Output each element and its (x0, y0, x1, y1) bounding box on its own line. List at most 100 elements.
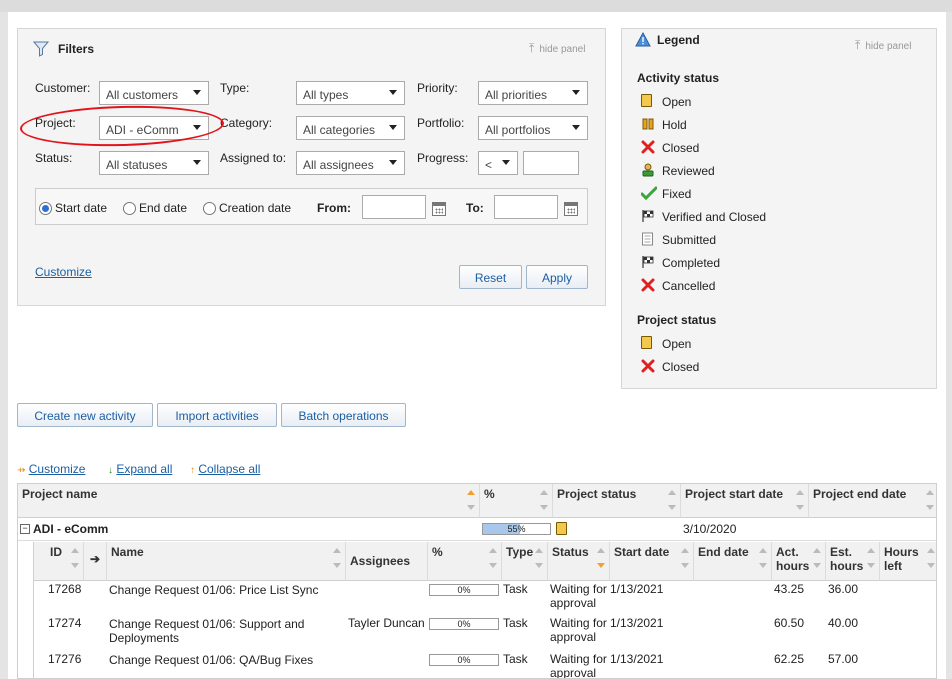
activity-name-link[interactable]: Change Request 01/06: QA/Bug Fixes (109, 653, 313, 667)
col-project-start[interactable]: Project start date (681, 484, 809, 518)
progress-operator-select[interactable]: < (478, 151, 518, 175)
to-date-input[interactable] (494, 195, 558, 219)
expand-all[interactable]: ↓ Expand all (108, 462, 172, 476)
activity-progress-bar: 0% (429, 584, 499, 596)
activity-act-hours: 60.50 (774, 616, 805, 630)
open-folder-icon (556, 522, 567, 535)
col-start-date[interactable]: Start date (610, 542, 694, 581)
chevron-down-icon (389, 125, 397, 130)
import-activities-button[interactable]: Import activities (157, 403, 277, 427)
col-start-date-label: Start date (614, 545, 670, 559)
project-name-link[interactable]: ADI - eComm (33, 522, 108, 536)
col-end-date[interactable]: End date (694, 542, 772, 581)
red-x-icon (641, 140, 655, 154)
priority-label: Priority: (417, 81, 458, 95)
activity-status-title: Activity status (637, 71, 720, 85)
col-est-hours[interactable]: Est. hours (826, 542, 880, 581)
batch-operations-button[interactable]: Batch operations (281, 403, 406, 427)
chevron-down-icon (389, 90, 397, 95)
browser-top-strip (0, 0, 952, 12)
sort-down-icon (540, 505, 548, 510)
activity-name-link[interactable]: Deployments (109, 631, 179, 645)
activity-id: 17274 (48, 616, 82, 630)
col-type-label: Type (506, 545, 534, 559)
sort-down-icon (681, 563, 689, 568)
sort-up-icon (668, 490, 676, 495)
sort-up-icon (759, 548, 767, 553)
customer-select[interactable]: All customers (99, 81, 209, 105)
open-folder-icon (641, 336, 655, 350)
activity-name-link[interactable]: Change Request 01/06: Price List Sync (109, 583, 318, 597)
create-activity-button[interactable]: Create new activity (17, 403, 153, 427)
legend-title: Legend (657, 33, 700, 47)
col-status[interactable]: Status (548, 542, 610, 581)
col-activity-percent[interactable]: % (428, 542, 502, 581)
arrow-up-icon: ↑ (190, 465, 195, 476)
category-select-value: All categories (303, 123, 376, 137)
col-project-status[interactable]: Project status (553, 484, 681, 518)
document-icon (641, 232, 655, 246)
calendar-icon[interactable] (432, 202, 446, 216)
project-status-title: Project status (637, 313, 717, 327)
col-project-name-label: Project name (22, 487, 98, 501)
sort-up-icon (796, 490, 804, 495)
tree-customize[interactable]: ⇸ Customize (17, 462, 85, 476)
filters-customize-link[interactable]: Customize (35, 265, 92, 279)
col-name-label: Name (111, 545, 144, 559)
category-select[interactable]: All categories (296, 116, 405, 140)
customer-select-value: All customers (106, 88, 179, 102)
filters-hide-panel[interactable]: ⤒ hide panel (529, 41, 585, 56)
col-project-status-label: Project status (557, 487, 637, 501)
assigned-label: Assigned to: (220, 151, 287, 165)
legend-item-label: Open (662, 95, 692, 109)
end-date-radio[interactable] (123, 202, 136, 215)
assignee-select[interactable]: All assignees (296, 151, 405, 175)
sort-up-icon (467, 490, 475, 495)
col-project-name[interactable]: Project name (18, 484, 480, 518)
activity-start-date: 1/13/2021 (610, 616, 664, 630)
col-hours-left[interactable]: Hours left (880, 542, 936, 581)
expand-all-label: Expand all (116, 462, 173, 476)
portfolio-label: Portfolio: (417, 116, 465, 130)
progress-input[interactable] (523, 151, 579, 175)
activity-start-date: 1/13/2021 (610, 582, 664, 596)
col-name[interactable]: Name (107, 542, 346, 581)
activity-name-link[interactable]: Change Request 01/06: Support and (109, 617, 304, 631)
activity-status: Waiting for (550, 652, 607, 666)
activity-progress-bar: 0% (429, 654, 499, 666)
chevron-down-icon (193, 90, 201, 95)
col-percent[interactable]: % (480, 484, 553, 518)
chevron-down-icon (389, 160, 397, 165)
sort-down-icon (597, 563, 605, 568)
col-type[interactable]: Type (502, 542, 548, 581)
filters-title: Filters (58, 42, 95, 56)
activity-progress-bar: 0% (429, 618, 499, 630)
portfolio-select[interactable]: All portfolios (478, 116, 588, 140)
col-percent-label: % (484, 487, 495, 501)
col-act-hours[interactable]: Act. hours (772, 542, 826, 581)
progress-label: 0% (457, 619, 471, 629)
collapse-all-label: Collapse all (198, 462, 261, 476)
apply-button[interactable]: Apply (526, 265, 588, 289)
progress-operator-value: < (485, 158, 493, 172)
col-project-end[interactable]: Project end date (809, 484, 936, 518)
priority-select[interactable]: All priorities (478, 81, 588, 105)
creation-date-radio[interactable] (203, 202, 216, 215)
start-date-radio[interactable] (39, 202, 52, 215)
legend-hide-panel[interactable]: ⤒ hide panel (855, 38, 911, 53)
collapse-all[interactable]: ↑ Collapse all (190, 462, 260, 476)
legend-item-label: Closed (662, 360, 700, 374)
type-select[interactable]: All types (296, 81, 405, 105)
reset-button[interactable]: Reset (459, 265, 522, 289)
status-select[interactable]: All statuses (99, 151, 209, 175)
legend-item-label: Closed (662, 141, 700, 155)
project-row[interactable]: − ADI - eComm 55% 3/10/2020 (18, 518, 936, 541)
col-assignees[interactable]: Assignees (346, 542, 428, 581)
calendar-icon[interactable] (564, 202, 578, 216)
legend-item-label: Cancelled (662, 279, 716, 293)
from-date-input[interactable] (362, 195, 426, 219)
activity-type: Task (503, 616, 528, 630)
red-x-icon (641, 278, 655, 292)
col-id[interactable]: ID (34, 542, 84, 581)
collapse-toggle-icon[interactable]: − (20, 524, 30, 534)
